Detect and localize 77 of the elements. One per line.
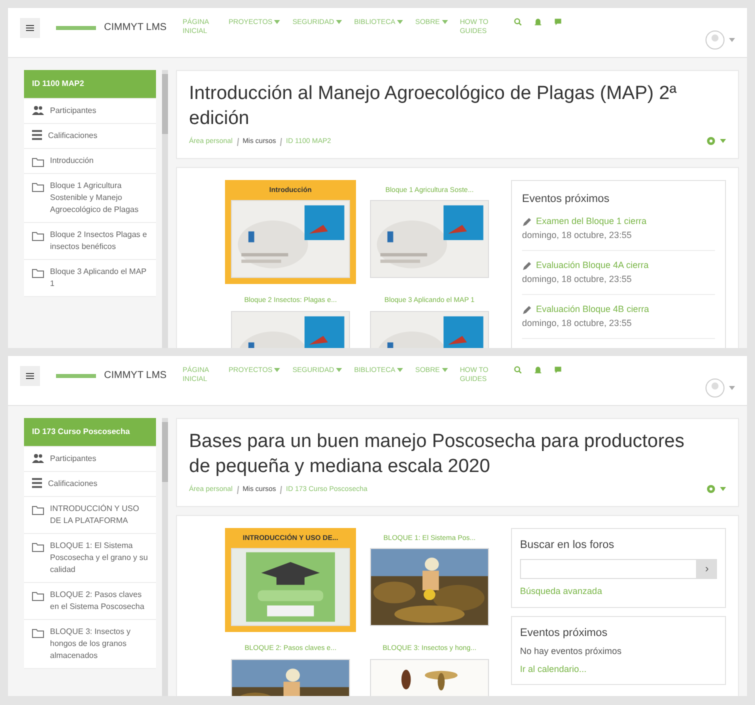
caret-icon xyxy=(442,20,448,24)
separator-icon xyxy=(280,138,282,146)
sidebar-item[interactable]: Bloque 3 Aplicando el MAP 1 xyxy=(24,260,156,297)
sidebar-item[interactable]: BLOQUE 1: El Sistema Poscosecha y el grano y su calidad xyxy=(24,534,156,583)
sidebar-item[interactable]: Bloque 2 Insectos Plagas e insectos benéficos xyxy=(24,223,156,260)
search-button[interactable]: › xyxy=(697,559,717,579)
bell-icon[interactable] xyxy=(534,18,542,26)
sidebar-item[interactable]: BLOQUE 3: Insectos y hongos de los granos almacenados xyxy=(24,620,156,669)
event-link[interactable]: Examen del Bloque 1 cierra xyxy=(536,215,647,228)
advanced-search-link[interactable]: Búsqueda avanzada xyxy=(520,585,717,598)
caret-icon xyxy=(274,20,280,24)
pencil-icon xyxy=(522,304,532,315)
no-events-text: No hay eventos próximos xyxy=(520,645,623,658)
event-date: domingo, 18 octubre, 23:55 xyxy=(522,316,633,330)
caret-icon xyxy=(720,486,726,490)
event-date: domingo, 18 octubre, 23:55 xyxy=(522,228,633,242)
separator-icon xyxy=(236,138,239,146)
folder-icon xyxy=(32,268,44,278)
sidebar-item[interactable]: Introducción xyxy=(24,149,156,174)
menu-button[interactable] xyxy=(20,366,40,386)
gear-icon[interactable] xyxy=(706,136,716,146)
site-name[interactable]: CIMMYT LMS xyxy=(104,20,167,35)
caret-icon xyxy=(397,20,404,24)
table-icon xyxy=(32,478,42,488)
folder-icon xyxy=(32,157,44,167)
avatar-icon[interactable] xyxy=(705,30,725,50)
sidebar-item[interactable]: Calificaciones xyxy=(24,472,156,497)
caret-icon xyxy=(336,368,342,372)
event-link[interactable]: Evaluación Bloque 4A cierra xyxy=(536,259,649,272)
course-title: Bases para un buen manejo Poscosecha para productores de pequeña y mediana escala 2020 xyxy=(189,430,686,479)
event-link[interactable]: Evaluación Bloque 4B cierra xyxy=(536,303,650,316)
event-date: domingo, 18 octubre, 23:55 xyxy=(522,272,633,286)
folder-icon xyxy=(32,628,44,638)
separator-icon xyxy=(280,486,282,494)
caret-icon xyxy=(442,368,448,372)
folder-icon xyxy=(32,542,44,552)
sidebar-item[interactable]: INTRODUCCIÓN Y USO DE LA PLATAFORMA xyxy=(24,497,156,534)
sidebar-item[interactable]: Participantes xyxy=(24,447,156,472)
search-icon[interactable] xyxy=(514,366,522,374)
block-title: Eventos próximos xyxy=(522,192,610,206)
chat-icon[interactable] xyxy=(554,366,562,374)
avatar-icon[interactable] xyxy=(705,378,725,398)
table-icon xyxy=(32,130,42,140)
search-field[interactable] xyxy=(520,559,697,579)
pencil-icon xyxy=(522,260,532,271)
chat-icon[interactable] xyxy=(554,18,562,26)
caret-icon xyxy=(274,368,280,372)
site-name[interactable]: CIMMYT LMS xyxy=(104,368,167,383)
folder-icon xyxy=(32,182,44,192)
sidebar-item[interactable]: Participantes xyxy=(24,99,156,124)
folder-icon xyxy=(32,505,44,515)
folder-icon xyxy=(32,591,44,601)
caret-icon xyxy=(720,138,726,142)
caret-icon xyxy=(729,38,735,42)
folder-icon xyxy=(32,231,44,241)
sidebar-item[interactable]: Calificaciones xyxy=(24,124,156,149)
block-title: Buscar en los foros xyxy=(520,538,616,552)
sidebar-item[interactable]: Bloque 1 Agricultura Sostenible y Manejo Agroecológico de Plagas xyxy=(24,174,156,223)
caret-icon xyxy=(336,20,342,24)
separator-icon xyxy=(236,486,239,494)
sidebar-item[interactable]: ID 1100 MAP2 xyxy=(24,70,156,99)
menu-icon xyxy=(26,373,34,379)
users-icon xyxy=(32,453,44,463)
users-icon xyxy=(32,105,44,115)
search-icon[interactable] xyxy=(514,18,522,26)
sidebar-item[interactable]: ID 173 Curso Poscosecha xyxy=(24,418,156,447)
block-title: Eventos próximos xyxy=(520,626,608,640)
menu-icon xyxy=(26,25,34,31)
sidebar-item[interactable]: BLOQUE 2: Pasos claves en el Sistema Poscosecha xyxy=(24,583,156,620)
menu-button[interactable] xyxy=(20,18,40,38)
caret-icon xyxy=(397,368,404,372)
gear-icon[interactable] xyxy=(706,484,716,494)
pencil-icon xyxy=(522,216,532,227)
course-title: Introducción al Manejo Agroecológico de Plagas (MAP) 2ª edición xyxy=(189,82,678,131)
bell-icon[interactable] xyxy=(534,366,542,374)
calendar-link[interactable]: Ir al calendario... xyxy=(520,662,717,676)
caret-icon xyxy=(729,386,735,390)
